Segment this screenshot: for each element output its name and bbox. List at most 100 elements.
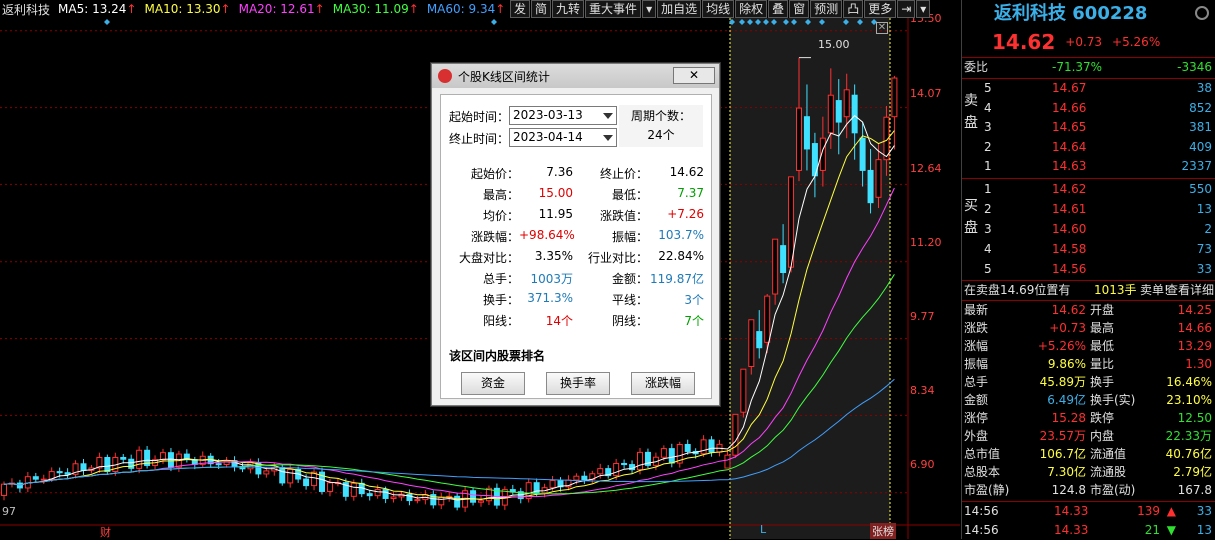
tick-direction-icon: ▲	[1166, 504, 1176, 518]
stat-label: 内盘	[1090, 429, 1115, 443]
toolbar-add-watchlist-button[interactable]: 加自选	[657, 0, 702, 18]
rank-change-button[interactable]: 涨跌幅	[631, 372, 695, 395]
stat-label: 开盘	[1090, 303, 1115, 317]
ma-legend-bar: 返利科技 MA5: 13.24↑ MA10: 13.30↑ MA20: 12.6…	[0, 0, 505, 18]
end-time-label: 终止时间：	[449, 132, 510, 146]
quote-stat-row: 最新 14.62 开盘 14.25	[962, 301, 1215, 320]
toolbar-forecast-button[interactable]: 预测	[810, 0, 843, 18]
event-marker-icon[interactable]	[491, 19, 497, 25]
stat-value: 1003万	[530, 272, 573, 286]
stat-label: 涨停	[964, 411, 989, 425]
range-marker-L: L	[760, 523, 767, 536]
stat-value: 15.00	[538, 186, 573, 200]
stat-value: 22.84%	[658, 249, 704, 263]
chart-toolbar: 发 简 九转 重大事件 ▾ 加自选 均线 除权 叠 窗 预测 凸 更多 ⇥ ▾	[510, 0, 931, 18]
candle	[621, 459, 628, 469]
candle	[183, 449, 190, 463]
stat-label: 阳线：	[482, 314, 519, 328]
quote-stat-row: 总市值 106.7亿 流通值 40.76亿	[962, 445, 1215, 464]
level-price: 14.62	[1052, 182, 1087, 196]
notice-detail-link[interactable]: 查看详细	[1166, 281, 1214, 300]
stat-value: 14个	[545, 314, 573, 328]
stat-label: 大盘对比：	[458, 251, 519, 265]
toolbar-fa-button[interactable]: 发	[510, 0, 531, 18]
quote-stat-row: 金额 6.49亿 换手(实) 23.10%	[962, 391, 1215, 410]
level-number: 5	[984, 81, 992, 95]
level-volume: 73	[1196, 242, 1212, 256]
rank-fund-button[interactable]: 资金	[461, 372, 525, 395]
stat-label: 最新	[964, 303, 989, 317]
sell-level-row: 1 14.63 2337	[962, 157, 1215, 176]
level-volume: 381	[1189, 120, 1212, 134]
toolbar-overlay-button[interactable]: 叠	[768, 0, 789, 18]
rank-turnover-button[interactable]: 换手率	[546, 372, 610, 395]
tick-row: 14:56 14.33 21 ▼ 13	[962, 521, 1215, 540]
level-volume: 33	[1196, 262, 1212, 276]
stat-value: 11.95	[538, 207, 573, 221]
y-tick-label: 6.90	[910, 458, 935, 471]
level-number: 1	[984, 159, 992, 173]
stat-value: 40.76亿	[1165, 447, 1212, 461]
side-char: 买	[964, 198, 978, 214]
dialog-titlebar[interactable]: 个股K线区间统计 ✕	[432, 64, 719, 88]
end-date-select[interactable]: 2023-04-14	[509, 128, 617, 147]
level-number: 3	[984, 222, 992, 236]
level-price: 14.61	[1052, 202, 1087, 216]
candle	[748, 319, 755, 375]
stat-label: 平线：	[611, 293, 648, 307]
dialog-close-button[interactable]: ✕	[673, 67, 715, 84]
quote-panel: 返利科技 600228 14.62 +0.73 +5.26% 委比 -71.37%…	[961, 0, 1215, 539]
toolbar-window-button[interactable]: 窗	[789, 0, 810, 18]
toolbar-events-button[interactable]: 重大事件	[585, 0, 642, 18]
quote-stat-row: 外盘 23.57万 内盘 22.33万	[962, 427, 1215, 446]
tick-volume: 21	[1144, 523, 1160, 537]
settings-icon[interactable]	[1195, 6, 1209, 20]
stat-value: 12.50	[1177, 411, 1212, 425]
candle	[8, 478, 15, 488]
candle	[668, 443, 675, 468]
stat-value: +0.73	[1049, 321, 1086, 335]
stat-value: 103.7%	[658, 228, 704, 242]
toolbar-expand-icon[interactable]: ⇥	[897, 0, 916, 18]
level-price: 14.66	[1052, 100, 1087, 115]
toolbar-events-dropdown[interactable]: ▾	[642, 0, 657, 18]
stat-label: 金额：	[611, 272, 648, 286]
dialog-body: 起始时间： 2023-03-13 终止时间： 2023-04-14 周期个数： …	[440, 94, 712, 399]
zhangbang-marker[interactable]: 张榜	[870, 523, 896, 539]
event-marker-icon[interactable]	[104, 19, 110, 25]
candle	[398, 491, 405, 501]
toolbar-jiuzhuan-button[interactable]: 九转	[552, 0, 585, 18]
quote-stat-row: 总股本 7.30亿 流通股 2.79亿	[962, 463, 1215, 482]
notice-text: 在卖盘14.69位置有	[964, 283, 1071, 297]
stat-value: 7.37	[677, 186, 704, 200]
toolbar-more-button[interactable]: 更多	[864, 0, 897, 18]
stat-label: 总市值	[964, 447, 1001, 461]
y-tick-label: 9.77	[910, 310, 935, 323]
side-char: 盘	[964, 220, 978, 236]
toolbar-menu-dropdown[interactable]: ▾	[916, 0, 931, 18]
stat-label: 总手	[964, 375, 989, 389]
ma5-label: MA5: 13.24↑	[58, 2, 137, 16]
start-date-select[interactable]: 2023-03-13	[509, 106, 617, 125]
stat-label: 最低：	[611, 188, 648, 202]
ma20-label: MA20: 12.61↑	[238, 2, 325, 16]
toolbar-ma-button[interactable]: 均线	[702, 0, 735, 18]
stat-value: 6.49亿	[1047, 393, 1086, 407]
toolbar-exright-button[interactable]: 除权	[735, 0, 768, 18]
level-volume: 852	[1189, 100, 1212, 115]
toolbar-tu-button[interactable]: 凸	[843, 0, 864, 18]
range-close-icon[interactable]: ✕	[876, 22, 888, 34]
stat-value: +7.26	[667, 207, 704, 221]
stat-value: 23.10%	[1166, 393, 1212, 407]
stat-label: 振幅	[964, 357, 989, 371]
financial-marker[interactable]: 财	[100, 524, 111, 540]
level-number: 2	[984, 202, 992, 216]
stat-label: 终止价：	[599, 167, 648, 181]
candle	[16, 479, 23, 493]
stat-value: 13.29	[1177, 339, 1212, 353]
toolbar-jian-button[interactable]: 简	[531, 0, 552, 18]
stat-value: 22.33万	[1165, 429, 1212, 443]
tick-price: 14.33	[1054, 504, 1089, 518]
buy-level-row: 2 14.61 13	[962, 200, 1215, 219]
weibi-label: 委比	[964, 60, 989, 74]
